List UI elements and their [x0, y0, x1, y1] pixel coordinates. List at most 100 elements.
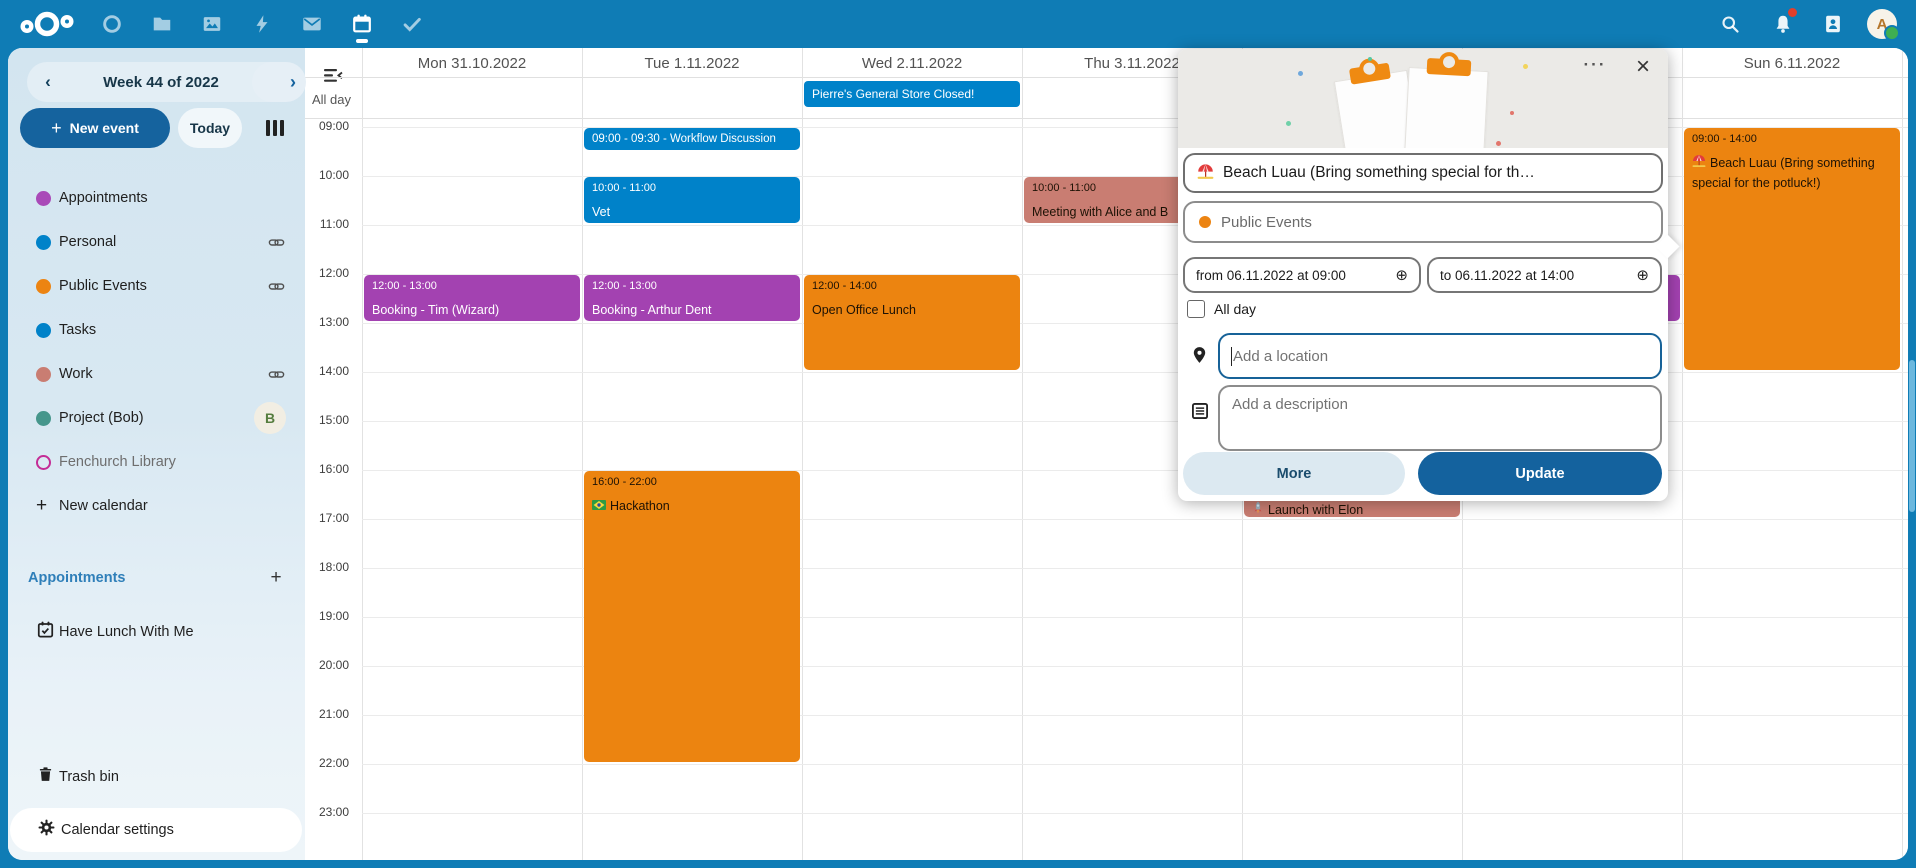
appointment-link-item[interactable]: Have Lunch With Me [8, 612, 305, 652]
end-date-picker[interactable]: to 06.11.2022 at 14:00 ⊕ [1427, 257, 1662, 293]
time-axis-label: 23:00 [305, 805, 349, 819]
previous-week-button[interactable]: ‹ [33, 67, 63, 97]
popup-more-actions-icon[interactable]: ··· [1578, 55, 1612, 81]
event-editor-popup: ··· × Beach Luau (Bring something specia… [1178, 49, 1668, 501]
event-block[interactable]: 12:00 - 14:00 Open Office Lunch [804, 275, 1020, 370]
notifications-bell-icon[interactable] [1765, 6, 1801, 42]
calendar-color-dot [36, 323, 51, 338]
event-block[interactable]: 09:00 - 14:00Beach Luau (Bring something… [1684, 128, 1900, 370]
nextcloud-calendar-app: A ‹ Week 44 of 2022 › + New event Today … [0, 0, 1916, 868]
allday-row-label: All day [312, 92, 351, 107]
time-axis-label: 19:00 [305, 609, 349, 623]
time-axis-label: 22:00 [305, 756, 349, 770]
day-header: Sun 6.11.2022 [1682, 52, 1902, 76]
time-axis-label: 11:00 [305, 217, 349, 231]
section-title: Appointments [28, 570, 125, 586]
close-icon[interactable]: × [1628, 52, 1658, 82]
new-event-button[interactable]: + New event [20, 108, 170, 148]
event-block[interactable]: 12:00 - 13:00Booking - Arthur Dent [584, 275, 800, 321]
search-icon[interactable] [1712, 6, 1748, 42]
allday-checkbox-label: All day [1214, 301, 1256, 317]
timezone-globe-icon[interactable]: ⊕ [1636, 266, 1649, 284]
sidebar-calendar-item[interactable]: Tasks [8, 308, 305, 352]
share-link-icon[interactable] [268, 366, 285, 388]
hour-line [362, 225, 1908, 226]
time-axis-label: 13:00 [305, 315, 349, 329]
timezone-globe-icon[interactable]: ⊕ [1395, 266, 1408, 284]
sidebar-calendar-item[interactable]: Appointments [8, 176, 305, 220]
event-title: Vet [592, 202, 792, 222]
calendar-picker[interactable]: Public Events [1183, 201, 1663, 243]
mail-icon[interactable] [292, 0, 332, 48]
brazil-flag-icon [592, 496, 606, 516]
hour-line [362, 372, 1908, 373]
allday-event[interactable]: Pierre's General Store Closed! [804, 81, 1020, 107]
sidebar-calendar-item[interactable]: Personal [8, 220, 305, 264]
event-title-value: Beach Luau (Bring something special for … [1223, 164, 1535, 182]
description-placeholder: Add a description [1232, 396, 1348, 413]
time-axis-label: 20:00 [305, 658, 349, 672]
collapse-view-icon[interactable] [323, 68, 343, 88]
location-placeholder: Add a location [1233, 348, 1328, 365]
activity-icon[interactable] [242, 0, 282, 48]
sidebar-calendar-item[interactable]: Work [8, 352, 305, 396]
sidebar-collapse-toggle[interactable]: › [252, 62, 306, 102]
calendar-name: Project (Bob) [59, 410, 144, 426]
start-date-picker[interactable]: from 06.11.2022 at 09:00 ⊕ [1183, 257, 1421, 293]
vertical-scrollbar[interactable] [1909, 360, 1915, 512]
event-title: Hackathon [592, 496, 792, 516]
notification-badge [1788, 8, 1797, 17]
view-mode-icon[interactable] [266, 120, 288, 136]
calendar-settings-button[interactable]: Calendar settings [10, 808, 302, 852]
event-title-input[interactable]: Beach Luau (Bring something special for … [1183, 153, 1663, 193]
description-textarea[interactable]: Add a description [1218, 385, 1662, 451]
event-title: Booking - Arthur Dent [592, 300, 792, 320]
hour-line [362, 764, 1908, 765]
allday-toggle: All day [1187, 300, 1256, 318]
gear-icon [37, 818, 56, 842]
share-link-icon[interactable] [268, 234, 285, 256]
event-block[interactable]: 12:00 - 13:00Booking - Tim (Wizard) [364, 275, 580, 321]
sidebar-calendar-item[interactable]: Project (Bob)B [8, 396, 305, 440]
update-button[interactable]: Update [1418, 452, 1662, 495]
event-time: 09:00 - 09:30 - Workflow Discussion [592, 131, 792, 147]
add-appointment-button[interactable]: + [264, 567, 288, 589]
location-input[interactable]: Add a location [1218, 333, 1662, 379]
files-icon[interactable] [142, 0, 182, 48]
calendar-app-icon[interactable] [342, 0, 382, 48]
app-launcher [92, 0, 432, 48]
user-avatar[interactable]: A [1867, 9, 1897, 39]
calendar-color-dot [36, 191, 51, 206]
trash-icon [35, 765, 55, 789]
share-link-icon[interactable] [268, 278, 285, 300]
calendar-name: Fenchurch Library [59, 454, 176, 470]
new-calendar-button[interactable]: +New calendar [8, 484, 305, 528]
event-title: Open Office Lunch [812, 300, 1012, 320]
event-title: Launch with Elon [1252, 500, 1452, 518]
sidebar-calendar-item[interactable]: Fenchurch Library [8, 440, 305, 484]
dashboard-icon[interactable] [92, 0, 132, 48]
allday-checkbox[interactable] [1187, 300, 1205, 318]
time-axis-label: 12:00 [305, 266, 349, 280]
week-label[interactable]: Week 44 of 2022 [103, 74, 219, 91]
time-axis-label: 17:00 [305, 511, 349, 525]
beach-umbrella-icon [1197, 163, 1214, 184]
nextcloud-logo-icon[interactable] [14, 4, 80, 44]
appointments-section-header: Appointments + [28, 567, 288, 589]
day-header: Wed 2.11.2022 [802, 52, 1022, 76]
event-block[interactable]: 09:00 - 09:30 - Workflow Discussion [584, 128, 800, 150]
online-status-dot [1884, 25, 1900, 41]
event-block[interactable]: 16:00 - 22:00Hackathon [584, 471, 800, 762]
contacts-icon[interactable] [1815, 6, 1851, 42]
sidebar-calendar-item[interactable]: Public Events [8, 264, 305, 308]
event-block[interactable]: 10:00 - 11:00Vet [584, 177, 800, 223]
plus-icon: + [51, 118, 62, 139]
photos-icon[interactable] [192, 0, 232, 48]
more-button[interactable]: More [1183, 452, 1405, 495]
calendar-color-dot [36, 235, 51, 250]
tasks-icon[interactable] [392, 0, 432, 48]
time-axis-label: 15:00 [305, 413, 349, 427]
today-button[interactable]: Today [178, 108, 242, 148]
event-time: 12:00 - 14:00 [812, 279, 1012, 293]
trash-bin-item[interactable]: Trash bin [8, 757, 305, 797]
